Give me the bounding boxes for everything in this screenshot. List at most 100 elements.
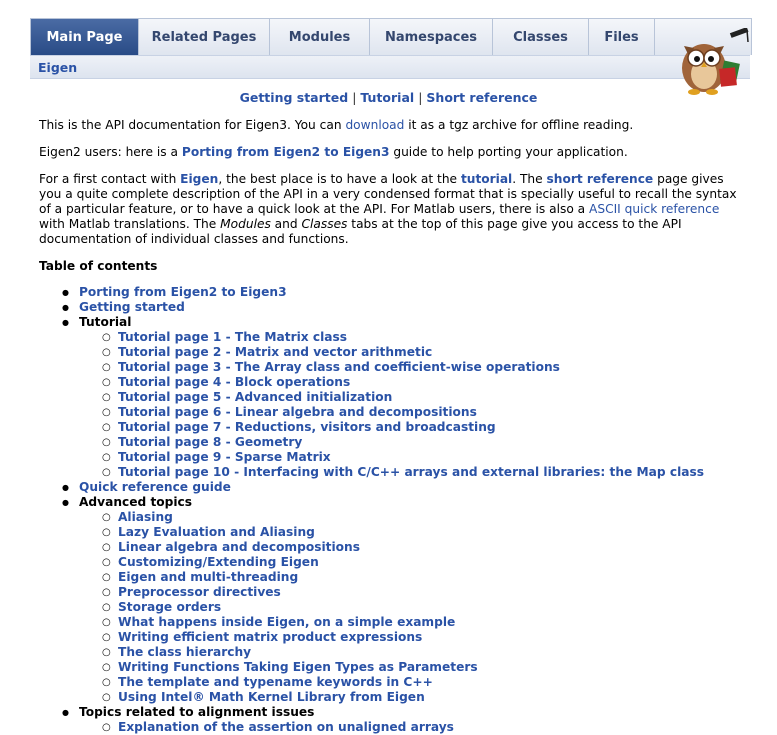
list-item: Quick reference guide bbox=[62, 480, 704, 495]
list-item: Storage orders bbox=[102, 600, 704, 615]
toc-tutorial-link[interactable]: Tutorial page 3 - The Array class and co… bbox=[118, 360, 560, 374]
short-reference-link[interactable]: Short reference bbox=[426, 90, 537, 105]
intro-text: . The bbox=[512, 172, 547, 186]
quick-links-separator: | bbox=[418, 90, 423, 105]
toc-tutorial-link[interactable]: Tutorial page 8 - Geometry bbox=[118, 435, 302, 449]
toc-quick-reference-link[interactable]: Quick reference guide bbox=[79, 480, 231, 494]
list-item: Tutorial page 7 - Reductions, visitors a… bbox=[102, 420, 704, 435]
download-link[interactable]: download bbox=[345, 118, 404, 132]
eigen-owl-logo bbox=[682, 28, 749, 95]
breadcrumb: Eigen bbox=[30, 55, 750, 79]
toc-alignment-label: Topics related to alignment issues bbox=[79, 705, 315, 719]
intro-text: with Matlab translations. The bbox=[39, 217, 221, 231]
toc-tutorial-link[interactable]: Tutorial page 7 - Reductions, visitors a… bbox=[118, 420, 496, 434]
intro-text: Eigen2 users: here is a bbox=[39, 145, 182, 159]
list-item: Tutorial page 9 - Sparse Matrix bbox=[102, 450, 704, 465]
tutorial-sublist: Tutorial page 1 - The Matrix class Tutor… bbox=[102, 330, 704, 480]
list-item: Porting from Eigen2 to Eigen3 bbox=[62, 285, 704, 300]
list-item: Customizing/Extending Eigen bbox=[102, 555, 704, 570]
list-item: Writing Functions Taking Eigen Types as … bbox=[102, 660, 704, 675]
list-item: Using Intel® Math Kernel Library from Ei… bbox=[102, 690, 704, 705]
main-tab-bar: Main Page Related Pages Modules Namespac… bbox=[30, 18, 752, 55]
list-item: Tutorial page 10 - Interfacing with C/C+… bbox=[102, 465, 704, 480]
list-item: Tutorial page 3 - The Array class and co… bbox=[102, 360, 704, 375]
toc-advanced-link[interactable]: Lazy Evaluation and Aliasing bbox=[118, 525, 315, 539]
toc-advanced-link[interactable]: Linear algebra and decompositions bbox=[118, 540, 360, 554]
toc-heading: Table of contents bbox=[39, 259, 158, 273]
toc-advanced-link[interactable]: Writing efficient matrix product express… bbox=[118, 630, 422, 644]
toc-advanced-link[interactable]: What happens inside Eigen, on a simple e… bbox=[118, 615, 455, 629]
toc-advanced-link[interactable]: Preprocessor directives bbox=[118, 585, 281, 599]
list-item: Tutorial page 2 - Matrix and vector arit… bbox=[102, 345, 704, 360]
tab-classes[interactable]: Classes bbox=[493, 19, 589, 55]
toc-tutorial-link[interactable]: Tutorial page 10 - Interfacing with C/C+… bbox=[118, 465, 704, 479]
alignment-sublist: Explanation of the assertion on unaligne… bbox=[102, 720, 704, 735]
ascii-quick-reference-link[interactable]: ASCII quick reference bbox=[589, 202, 719, 216]
quick-links-bar: Getting started | Tutorial | Short reference bbox=[0, 90, 777, 105]
eigen-link[interactable]: Eigen bbox=[180, 172, 218, 186]
list-item: Aliasing bbox=[102, 510, 704, 525]
list-item: Tutorial page 6 - Linear algebra and dec… bbox=[102, 405, 704, 420]
list-item: Tutorial Tutorial page 1 - The Matrix cl… bbox=[62, 315, 704, 480]
list-item: Preprocessor directives bbox=[102, 585, 704, 600]
toc-tutorial-link[interactable]: Tutorial page 2 - Matrix and vector arit… bbox=[118, 345, 432, 359]
tab-files[interactable]: Files bbox=[589, 19, 655, 55]
intro-text: and bbox=[270, 217, 302, 231]
porting-guide-link[interactable]: Porting from Eigen2 to Eigen3 bbox=[182, 145, 390, 159]
toc-tutorial-link[interactable]: Tutorial page 9 - Sparse Matrix bbox=[118, 450, 331, 464]
intro-text: guide to help porting your application. bbox=[389, 145, 628, 159]
intro-text: For a first contact with bbox=[39, 172, 181, 186]
list-item: Advanced topics Aliasing Lazy Evaluation… bbox=[62, 495, 704, 705]
toc-getting-started-link[interactable]: Getting started bbox=[79, 300, 185, 314]
list-item: Linear algebra and decompositions bbox=[102, 540, 704, 555]
toc-tutorial-link[interactable]: Tutorial page 5 - Advanced initializatio… bbox=[118, 390, 392, 404]
toc-advanced-link[interactable]: Using Intel® Math Kernel Library from Ei… bbox=[118, 690, 425, 704]
toc-tutorial-link[interactable]: Tutorial page 4 - Block operations bbox=[118, 375, 350, 389]
list-item: Writing efficient matrix product express… bbox=[102, 630, 704, 645]
breadcrumb-eigen-link[interactable]: Eigen bbox=[38, 60, 77, 75]
toc-advanced-link[interactable]: The template and typename keywords in C+… bbox=[118, 675, 433, 689]
toc-advanced-link[interactable]: Writing Functions Taking Eigen Types as … bbox=[118, 660, 478, 674]
intro-paragraph-porting: Eigen2 users: here is a Porting from Eig… bbox=[39, 145, 739, 160]
list-item: The class hierarchy bbox=[102, 645, 704, 660]
list-item: Tutorial page 5 - Advanced initializatio… bbox=[102, 390, 704, 405]
toc-list: Porting from Eigen2 to Eigen3 Getting st… bbox=[62, 285, 704, 735]
tab-related-pages[interactable]: Related Pages bbox=[139, 19, 270, 55]
intro-paragraph-first-contact: For a first contact with Eigen, the best… bbox=[39, 172, 739, 247]
tab-modules[interactable]: Modules bbox=[270, 19, 370, 55]
short-reference-inline-link[interactable]: short reference bbox=[547, 172, 654, 186]
toc-advanced-link[interactable]: Aliasing bbox=[118, 510, 173, 524]
list-item: The template and typename keywords in C+… bbox=[102, 675, 704, 690]
toc-advanced-link[interactable]: Eigen and multi-threading bbox=[118, 570, 298, 584]
list-item: Eigen and multi-threading bbox=[102, 570, 704, 585]
modules-emphasis: Modules bbox=[220, 217, 271, 231]
tab-main-page[interactable]: Main Page bbox=[31, 19, 139, 55]
quick-links-separator: | bbox=[352, 90, 357, 105]
toc-advanced-link[interactable]: The class hierarchy bbox=[118, 645, 251, 659]
advanced-sublist: Aliasing Lazy Evaluation and Aliasing Li… bbox=[102, 510, 704, 705]
list-item: Tutorial page 1 - The Matrix class bbox=[102, 330, 704, 345]
toc-advanced-link[interactable]: Storage orders bbox=[118, 600, 221, 614]
intro-text: This is the API documentation for Eigen3… bbox=[39, 118, 346, 132]
toc-advanced-link[interactable]: Customizing/Extending Eigen bbox=[118, 555, 319, 569]
toc-advanced-label: Advanced topics bbox=[79, 495, 193, 509]
intro-text: it as a tgz archive for offline reading. bbox=[404, 118, 634, 132]
tutorial-link[interactable]: Tutorial bbox=[360, 90, 414, 105]
toc-porting-link[interactable]: Porting from Eigen2 to Eigen3 bbox=[79, 285, 287, 299]
toc-tutorial-link[interactable]: Tutorial page 6 - Linear algebra and dec… bbox=[118, 405, 477, 419]
classes-emphasis: Classes bbox=[301, 217, 348, 231]
intro-paragraph-download: This is the API documentation for Eigen3… bbox=[39, 118, 739, 133]
list-item: Tutorial page 4 - Block operations bbox=[102, 375, 704, 390]
list-item: Getting started bbox=[62, 300, 704, 315]
tutorial-inline-link[interactable]: tutorial bbox=[461, 172, 512, 186]
list-item: Tutorial page 8 - Geometry bbox=[102, 435, 704, 450]
list-item: What happens inside Eigen, on a simple e… bbox=[102, 615, 704, 630]
toc-tutorial-link[interactable]: Tutorial page 1 - The Matrix class bbox=[118, 330, 347, 344]
toc-tutorial-label: Tutorial bbox=[79, 315, 132, 329]
list-item: Lazy Evaluation and Aliasing bbox=[102, 525, 704, 540]
list-item: Topics related to alignment issues Expla… bbox=[62, 705, 704, 735]
getting-started-link[interactable]: Getting started bbox=[240, 90, 349, 105]
list-item: Explanation of the assertion on unaligne… bbox=[102, 720, 704, 735]
intro-text: , the best place is to have a look at th… bbox=[218, 172, 461, 186]
tab-namespaces[interactable]: Namespaces bbox=[370, 19, 493, 55]
